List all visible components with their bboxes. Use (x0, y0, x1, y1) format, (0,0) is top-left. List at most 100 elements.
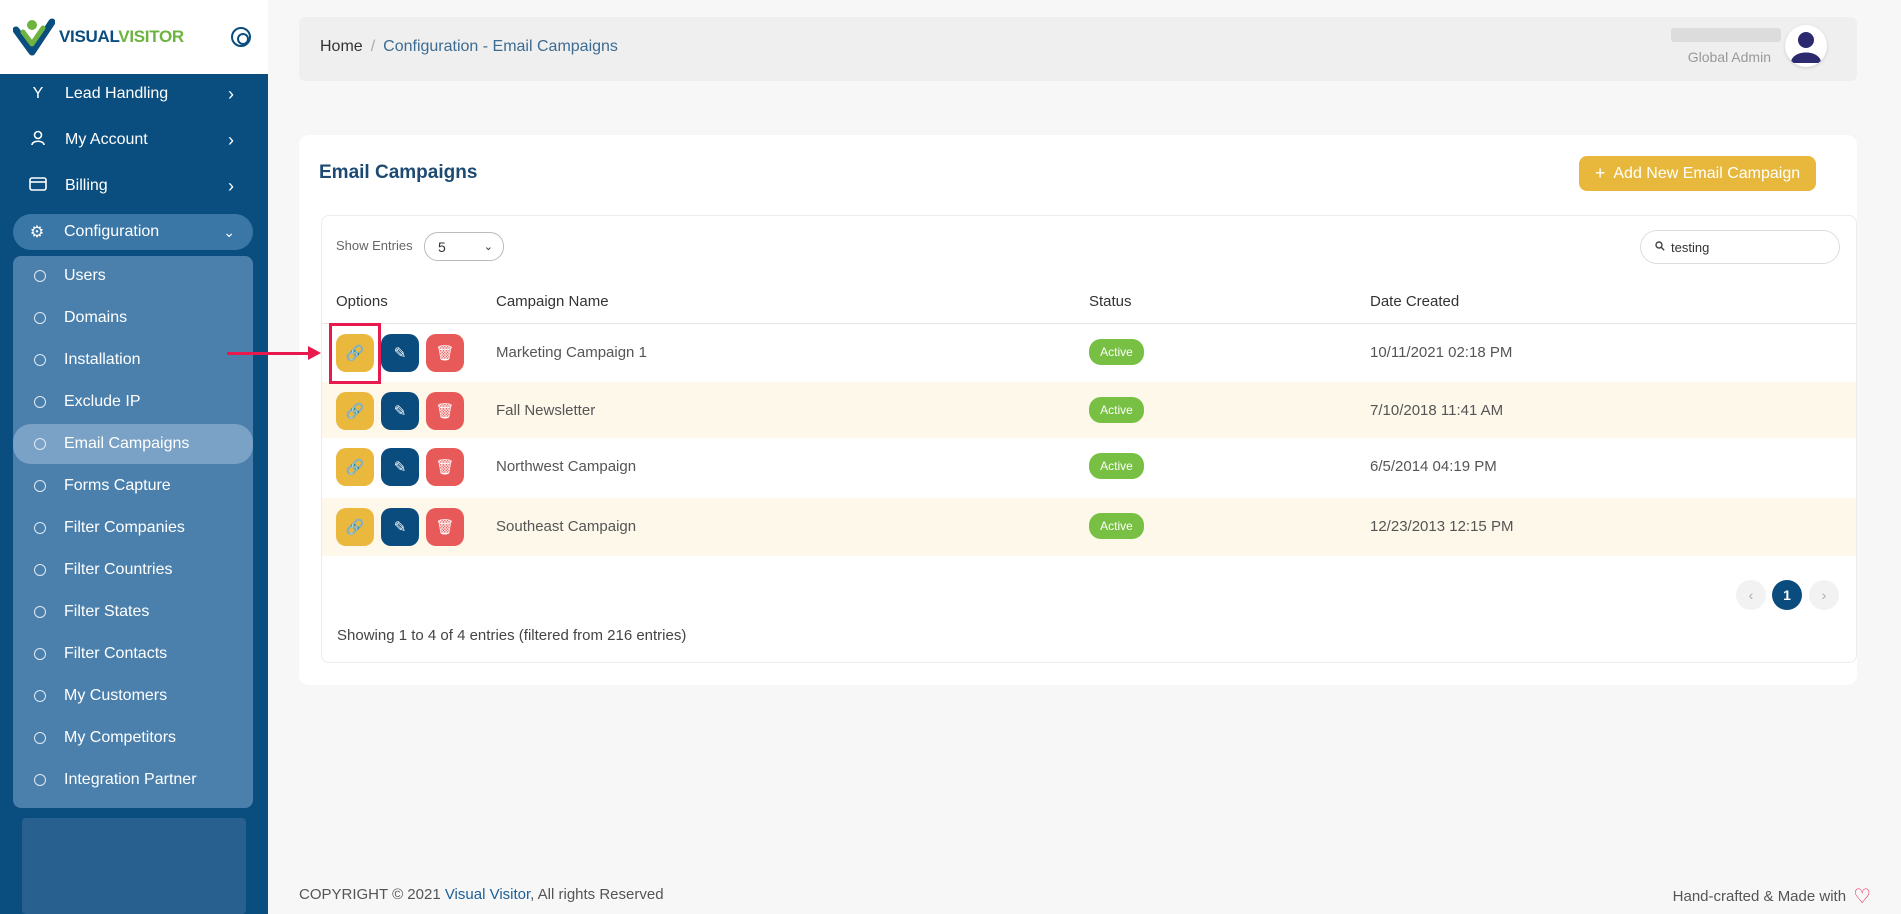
delete-button[interactable]: 🗑 (426, 392, 464, 430)
chevron-right-icon: › (228, 83, 234, 104)
submenu-item-exclude-ip[interactable]: Exclude IP (13, 382, 253, 422)
trash-icon: 🗑 (435, 345, 455, 362)
submenu-item-filter-states[interactable]: Filter States (13, 592, 253, 632)
heart-icon: ♡ (1853, 886, 1871, 908)
sidebar-item-my-account[interactable]: My Account › (14, 122, 252, 158)
column-header-status[interactable]: Status (1089, 293, 1132, 310)
next-page-button[interactable]: › (1809, 580, 1839, 610)
user-name-blurred (1671, 28, 1781, 42)
trash-icon: 🗑 (435, 519, 455, 536)
brand-name[interactable]: VISUALVISITOR (59, 27, 184, 47)
page-button-current[interactable]: 1 (1772, 580, 1802, 610)
submenu-item-domains[interactable]: Domains (13, 298, 253, 338)
link-button[interactable]: 🔗 (336, 392, 374, 430)
sidebar-item-configuration[interactable]: ⚙ Configuration ⌄ (13, 214, 253, 250)
delete-button[interactable]: 🗑 (426, 508, 464, 546)
status-badge: Active (1089, 397, 1144, 423)
sidebar-item-label: Configuration (64, 223, 160, 240)
circle-icon (34, 690, 46, 702)
copyright-brand-link[interactable]: Visual Visitor (445, 886, 530, 903)
campaign-name: Southeast Campaign (496, 518, 637, 535)
sidebar-toggle-icon[interactable] (231, 27, 251, 47)
submenu-item-label: Integration Partner (64, 771, 197, 788)
submenu-item-my-competitors[interactable]: My Competitors (13, 718, 253, 758)
circle-icon (34, 606, 46, 618)
link-button[interactable]: 🔗 (336, 508, 374, 546)
submenu-item-label: My Competitors (64, 729, 177, 746)
submenu-item-installation[interactable]: Installation (13, 340, 253, 380)
submenu-item-filter-countries[interactable]: Filter Countries (13, 550, 253, 590)
edit-button[interactable]: ✎ (381, 334, 419, 372)
circle-icon (34, 774, 46, 786)
sidebar: VISUALVISITOR Y Lead Handling › My Accou… (0, 0, 268, 914)
submenu-item-filter-contacts[interactable]: Filter Contacts (13, 634, 253, 674)
brand-name-part2: VISITOR (118, 27, 184, 46)
edit-icon: ✎ (393, 459, 407, 476)
status-badge: Active (1089, 513, 1144, 539)
gear-icon: ⚙ (29, 224, 45, 241)
campaign-name: Northwest Campaign (496, 458, 637, 475)
delete-button[interactable]: 🗑 (426, 334, 464, 372)
link-icon: 🔗 (345, 519, 365, 536)
user-role: Global Admin (1687, 49, 1771, 65)
date-created: 7/10/2018 11:41 AM (1370, 402, 1504, 419)
search-icon (1655, 240, 1665, 254)
add-email-campaign-label: Add New Email Campaign (1613, 164, 1801, 182)
sidebar-item-lead-handling[interactable]: Y Lead Handling › (14, 76, 252, 112)
column-header-date-created[interactable]: Date Created (1370, 293, 1459, 310)
visual-visitor-logo-icon[interactable] (12, 16, 56, 58)
blurred-sidebar-section (22, 818, 246, 914)
chevron-down-icon: ⌄ (483, 241, 493, 253)
submenu-item-my-customers[interactable]: My Customers (13, 676, 253, 716)
submenu-item-label: My Customers (64, 687, 168, 704)
add-email-campaign-button[interactable]: + Add New Email Campaign (1579, 156, 1816, 191)
brand-header: VISUALVISITOR (0, 0, 268, 74)
chevron-right-icon: › (228, 129, 234, 150)
sidebar-item-label: My Account (65, 131, 148, 148)
circle-icon (34, 480, 46, 492)
brand-name-part1: VISUAL (59, 27, 119, 46)
sidebar-item-label: Lead Handling (65, 85, 169, 102)
copyright-suffix: , All rights Reserved (530, 886, 664, 903)
search-input[interactable]: testing (1640, 230, 1840, 264)
link-button[interactable]: 🔗 (336, 448, 374, 486)
annotation-arrow (227, 352, 310, 355)
edit-button[interactable]: ✎ (381, 508, 419, 546)
search-value: testing (1671, 239, 1710, 255)
status-badge: Active (1089, 339, 1144, 365)
submenu-item-label: Filter Contacts (64, 645, 168, 662)
submenu-item-filter-companies[interactable]: Filter Companies (13, 508, 253, 548)
submenu-item-forms-capture[interactable]: Forms Capture (13, 466, 253, 506)
edit-icon: ✎ (393, 519, 407, 536)
campaign-name: Marketing Campaign 1 (496, 344, 647, 361)
edit-button[interactable]: ✎ (381, 392, 419, 430)
edit-icon: ✎ (393, 345, 407, 362)
chevron-down-icon: ⌄ (223, 223, 235, 240)
show-entries-label: Show Entries (336, 238, 413, 253)
prev-page-button[interactable]: ‹ (1736, 580, 1766, 610)
submenu-item-email-campaigns[interactable]: Email Campaigns (13, 424, 253, 464)
edit-button[interactable]: ✎ (381, 448, 419, 486)
submenu-item-label: Exclude IP (64, 393, 141, 410)
date-created: 6/5/2014 04:19 PM (1370, 458, 1497, 475)
sidebar-item-billing[interactable]: Billing › (14, 168, 252, 204)
configuration-submenu: Users Domains Installation Exclude IP Em… (13, 256, 253, 808)
column-header-campaign-name[interactable]: Campaign Name (496, 293, 609, 310)
highlight-annotation (329, 323, 381, 384)
show-entries-select[interactable]: 5 ⌄ (424, 232, 504, 261)
submenu-item-label: Filter Countries (64, 561, 173, 578)
submenu-item-users[interactable]: Users (13, 256, 253, 296)
breadcrumb-home[interactable]: Home (320, 38, 363, 56)
delete-button[interactable]: 🗑 (426, 448, 464, 486)
sidebar-item-label: Billing (65, 177, 108, 194)
avatar[interactable] (1785, 25, 1827, 67)
filter-icon: Y (32, 85, 44, 102)
submenu-item-label: Filter Companies (64, 519, 185, 536)
submenu-item-label: Email Campaigns (64, 435, 190, 452)
submenu-item-integration-partner[interactable]: Integration Partner (13, 760, 253, 800)
trash-icon: 🗑 (435, 459, 455, 476)
chevron-right-icon: › (1821, 587, 1827, 603)
breadcrumb-separator: / (370, 38, 376, 55)
chevron-right-icon: › (228, 175, 234, 196)
user-icon (28, 130, 48, 151)
